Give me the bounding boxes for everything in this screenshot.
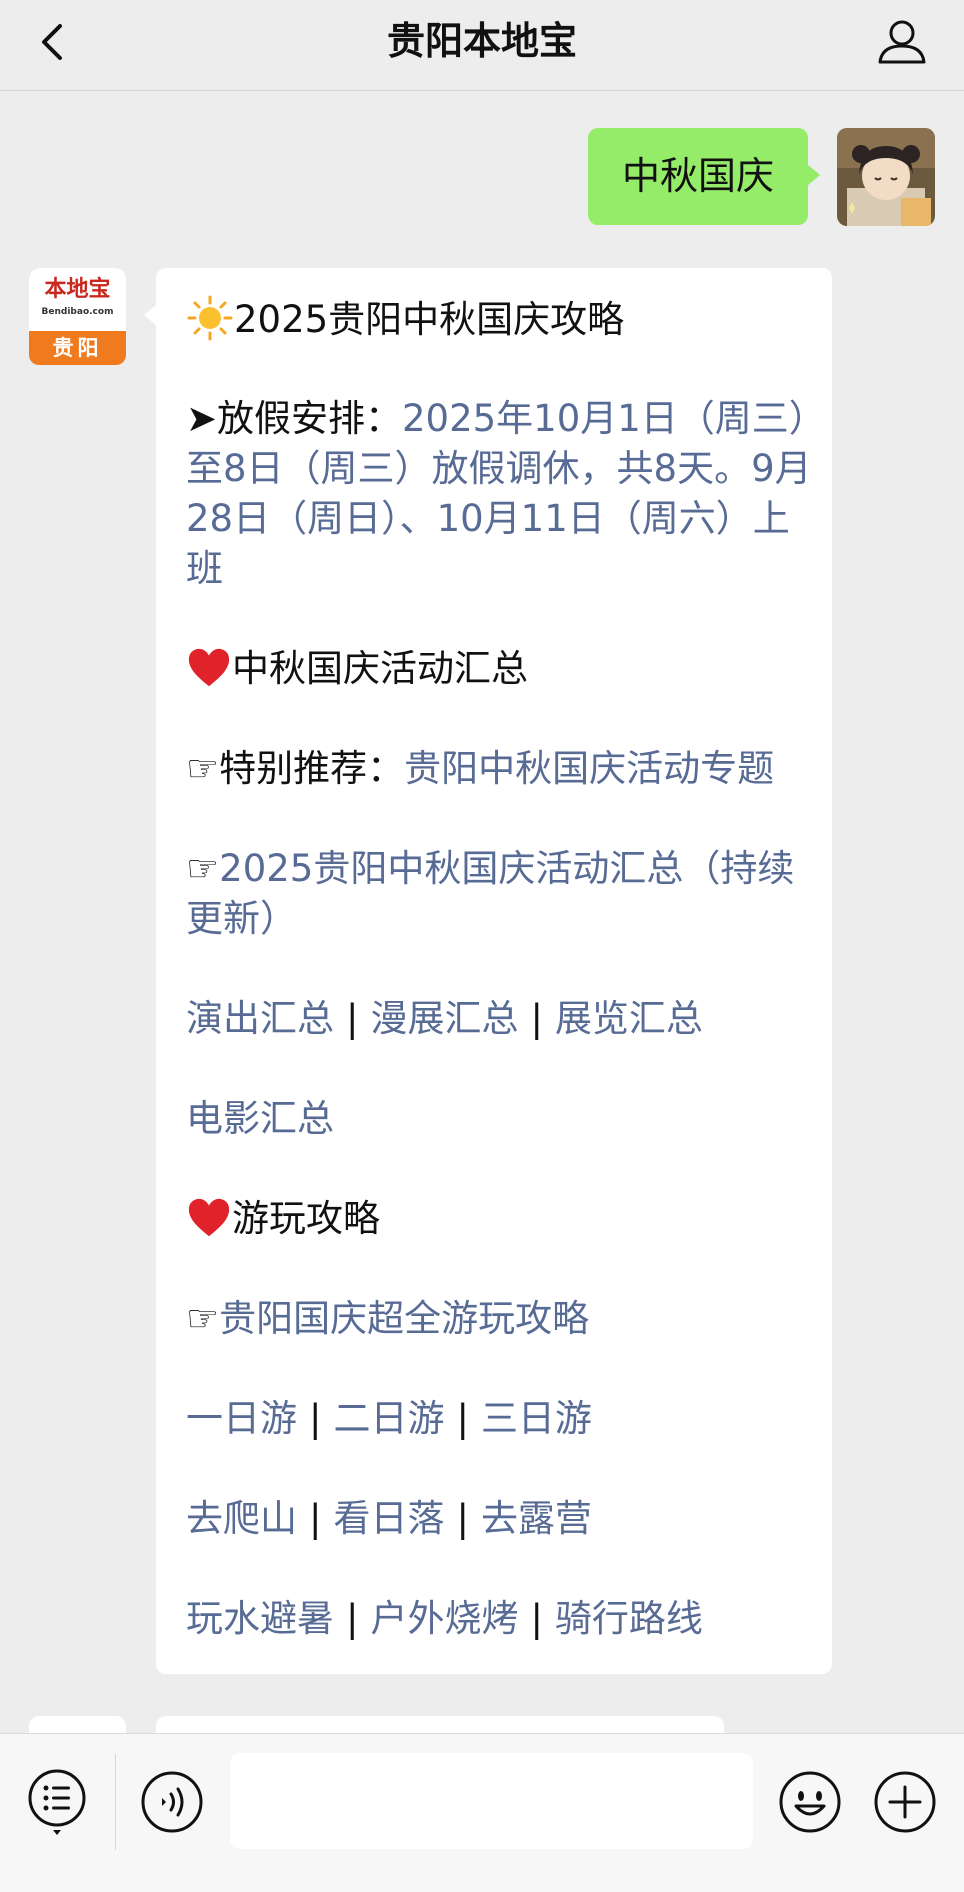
plus-icon [874, 1771, 936, 1833]
received-message-bubble: 2025贵阳中秋国庆攻略 ➤放假安排：2025年10月1日（周三）至8日（周三）… [144, 268, 832, 1674]
link-hiking[interactable]: 去爬山 [186, 1497, 297, 1540]
official-account-avatar[interactable]: 本地宝 Bendibao.com 贵阳 [29, 268, 126, 365]
profile-button[interactable] [874, 14, 930, 70]
avatar-city-label: 贵阳 [52, 336, 103, 360]
separator: | [456, 1497, 469, 1540]
travel-links-row-2: 去爬山 | 看日落 | 去露营 [186, 1494, 816, 1544]
link-cycling[interactable]: 骑行路线 [555, 1597, 703, 1640]
special-recommend-link[interactable]: 贵阳中秋国庆活动专题 [404, 747, 774, 790]
smile-icon [779, 1771, 841, 1833]
pointer-glyph: ☞ [186, 847, 220, 890]
top-nav-bar: 贵阳本地宝 [0, 0, 964, 91]
link-water-play[interactable]: 玩水避暑 [186, 1597, 334, 1640]
section-activities-title: 中秋国庆活动汇总 [232, 647, 528, 690]
separator: | [346, 1597, 359, 1640]
separator: | [530, 1597, 543, 1640]
heart-icon [188, 648, 230, 687]
separator: | [309, 1497, 322, 1540]
sent-message-text: 中秋国庆 [621, 154, 774, 198]
sun-icon [187, 295, 233, 341]
travel-links-row-3: 玩水避暑 | 户外烧烤 | 骑行路线 [186, 1594, 816, 1644]
special-recommend-line: ☞特别推荐：贵阳中秋国庆活动专题 [186, 744, 816, 794]
voice-icon [141, 1771, 203, 1833]
link-three-day-trip[interactable]: 三日游 [481, 1397, 592, 1440]
separator: | [530, 997, 543, 1040]
emoji-button[interactable] [778, 1770, 842, 1834]
activity-links-row-1: 演出汇总 | 漫展汇总 | 展览汇总 [186, 994, 816, 1044]
separator: | [456, 1397, 469, 1440]
travel-guide-line: ☞贵阳国庆超全游玩攻略 [186, 1294, 816, 1344]
holiday-arrangement: ➤放假安排：2025年10月1日（周三）至8日（周三）放假调休，共8天。9月28… [186, 394, 816, 594]
person-icon [878, 20, 926, 64]
activities-summary-link[interactable]: 2025贵阳中秋国庆活动汇总（持续更新） [186, 847, 794, 940]
message-title: 2025贵阳中秋国庆攻略 [234, 298, 625, 341]
heart-icon [188, 1198, 230, 1237]
avatar-logo-text: 本地宝 [44, 277, 111, 302]
travel-guide-link[interactable]: 贵阳国庆超全游玩攻略 [219, 1297, 589, 1340]
chat-input-bar [0, 1733, 964, 1892]
menu-toggle-button[interactable] [26, 1768, 88, 1838]
special-recommend-label: ☞特别推荐： [186, 747, 405, 790]
link-bbq[interactable]: 户外烧烤 [370, 1597, 518, 1640]
sent-message-bubble[interactable]: 中秋国庆 [588, 128, 820, 225]
activity-links-row-2: 电影汇总 [186, 1094, 816, 1144]
voice-input-button[interactable] [140, 1770, 204, 1834]
list-menu-icon [28, 1769, 86, 1835]
user-avatar[interactable] [837, 128, 935, 226]
user-avatar-image [837, 128, 935, 226]
link-camping[interactable]: 去露营 [481, 1497, 592, 1540]
link-performances[interactable]: 演出汇总 [186, 997, 334, 1040]
message-input[interactable] [230, 1753, 753, 1849]
link-exhibitions[interactable]: 展览汇总 [555, 997, 703, 1040]
divider [115, 1754, 116, 1850]
link-movies[interactable]: 电影汇总 [186, 1097, 334, 1140]
separator: | [346, 997, 359, 1040]
link-sunset[interactable]: 看日落 [333, 1497, 444, 1540]
separator: | [309, 1397, 322, 1440]
link-one-day-trip[interactable]: 一日游 [186, 1397, 297, 1440]
message-title-line: 2025贵阳中秋国庆攻略 [186, 294, 816, 345]
link-comic-expos[interactable]: 漫展汇总 [370, 997, 518, 1040]
travel-links-row-1: 一日游 | 二日游 | 三日游 [186, 1394, 816, 1444]
link-two-day-trip[interactable]: 二日游 [333, 1397, 444, 1440]
section-activities-heading: 中秋国庆活动汇总 [186, 644, 816, 694]
section-travel-heading: 游玩攻略 [186, 1194, 816, 1244]
avatar-logo-url: Bendibao.com [41, 307, 114, 317]
section-travel-title: 游玩攻略 [232, 1197, 380, 1240]
more-options-button[interactable] [873, 1770, 937, 1834]
pointer-glyph: ☞ [186, 1297, 220, 1340]
activities-summary-line: ☞2025贵阳中秋国庆活动汇总（持续更新） [186, 844, 816, 944]
chat-title: 贵阳本地宝 [386, 19, 577, 63]
holiday-label: ➤放假安排： [186, 397, 403, 440]
